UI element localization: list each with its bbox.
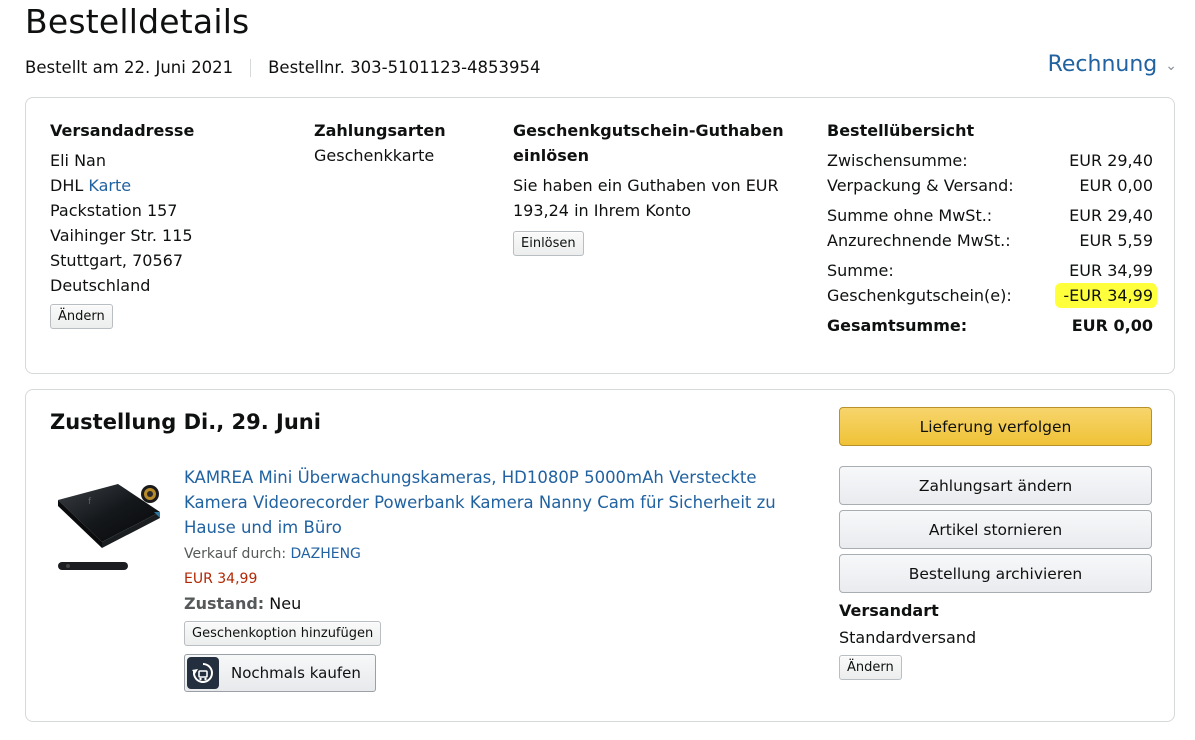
address-line1: Packstation 157 <box>50 201 178 220</box>
address-name: Eli Nan <box>50 151 106 170</box>
row-value: EUR 0,00 <box>1079 176 1153 195</box>
change-shipping-button[interactable]: Ändern <box>839 655 902 680</box>
order-overview: Bestellübersicht Zwischensumme: EUR 29,4… <box>827 118 1157 338</box>
total-label: Gesamtsumme: <box>827 316 968 335</box>
order-meta: Bestellt am 22. Juni 2021 Bestellnr. 303… <box>25 58 541 77</box>
shipping-address: Versandadresse Eli Nan DHL Karte Packsta… <box>50 118 194 329</box>
address-carrier: DHL Karte <box>50 173 194 198</box>
row-value: EUR 5,59 <box>1079 231 1153 250</box>
page-title: Bestelldetails <box>25 2 250 41</box>
add-gift-option-button[interactable]: Geschenkoption hinzufügen <box>184 621 382 646</box>
condition-label: Zustand: <box>184 594 265 613</box>
overview-row: Summe ohne MwSt.: EUR 29,40 <box>827 203 1153 228</box>
track-package-button[interactable]: Lieferung verfolgen <box>839 407 1152 446</box>
change-address-button[interactable]: Ändern <box>50 304 113 329</box>
overview-heading: Bestellübersicht <box>827 121 975 140</box>
gift-card-heading: Geschenkgutschein-Guthaben einlösen <box>513 121 784 165</box>
payment-methods: Zahlungsarten Geschenkkarte <box>314 118 446 168</box>
change-payment-button[interactable]: Zahlungsart ändern <box>839 466 1152 505</box>
chevron-down-icon: ⌄ <box>1165 57 1177 74</box>
seller-line: Verkauf durch: DAZHENG <box>184 542 824 566</box>
row-label: Summe ohne MwSt.: <box>827 206 993 225</box>
row-label: Verpackung & Versand: <box>827 176 1014 195</box>
order-number: Bestellnr. 303-5101123-4853954 <box>268 58 541 77</box>
buy-again-button[interactable]: Nochmals kaufen <box>184 654 376 692</box>
shipment-box: Zustellung Di., 29. Juni f KAMREA Mini Ü… <box>25 389 1175 722</box>
shipping-type-value: Standardversand <box>839 628 977 647</box>
payment-method: Geschenkkarte <box>314 146 435 165</box>
redeem-button[interactable]: Einlösen <box>513 231 584 256</box>
shipping-address-heading: Versandadresse <box>50 121 195 140</box>
gift-card-deduction-highlight: -EUR 34,99 <box>1055 283 1157 308</box>
address-line3: Stuttgart, 70567 <box>50 251 183 270</box>
seller-prefix: Verkauf durch: <box>184 546 287 562</box>
invoice-dropdown[interactable]: Rechnung ⌄ <box>1048 52 1177 77</box>
overview-row: Zwischensumme: EUR 29,40 <box>827 148 1153 173</box>
row-value: EUR 29,40 <box>1069 151 1153 170</box>
gift-card-redeem: Geschenkgutschein-Guthaben einlösen Sie … <box>513 118 813 256</box>
product-image[interactable]: f <box>54 482 166 578</box>
product-title-link[interactable]: KAMREA Mini Überwachungskameras, HD1080P… <box>184 465 824 540</box>
overview-total-row: Gesamtsumme: EUR 0,00 <box>827 313 1153 338</box>
row-value: EUR 34,99 <box>1069 261 1153 280</box>
total-value: EUR 0,00 <box>1071 316 1153 335</box>
row-label: Anzurechnende MwSt.: <box>827 231 1011 250</box>
delivery-title: Zustellung Di., 29. Juni <box>50 410 321 434</box>
row-label: Zwischensumme: <box>827 151 968 170</box>
gift-card-balance-text: Sie haben ein Guthaben von EUR 193,24 in… <box>513 176 779 220</box>
buy-again-label: Nochmals kaufen <box>231 664 361 682</box>
order-summary-box: Versandadresse Eli Nan DHL Karte Packsta… <box>25 97 1175 374</box>
row-value: EUR 29,40 <box>1069 206 1153 225</box>
meta-divider <box>250 58 252 77</box>
cancel-items-button[interactable]: Artikel stornieren <box>839 510 1152 549</box>
order-date: Bestellt am 22. Juni 2021 <box>25 58 234 77</box>
overview-row: Verpackung & Versand: EUR 0,00 <box>827 173 1153 198</box>
item-condition: Zustand: Neu <box>184 592 824 616</box>
row-label: Summe: <box>827 261 894 280</box>
overview-row: Geschenkgutschein(e): -EUR 34,99 <box>827 283 1157 308</box>
archive-order-button[interactable]: Bestellung archivieren <box>839 554 1152 593</box>
address-country: Deutschland <box>50 276 151 295</box>
carrier-prefix: DHL <box>50 176 84 195</box>
seller-link[interactable]: DAZHENG <box>291 546 361 562</box>
payment-heading: Zahlungsarten <box>314 121 446 140</box>
map-link[interactable]: Karte <box>88 176 131 195</box>
shipping-type-heading: Versandart <box>839 601 939 620</box>
product-info: KAMREA Mini Überwachungskameras, HD1080P… <box>184 465 824 692</box>
item-price: EUR 34,99 <box>184 571 258 587</box>
shipment-actions: Lieferung verfolgen Zahlungsart ändern A… <box>839 407 1152 680</box>
condition-value: Neu <box>269 594 302 613</box>
invoice-label: Rechnung <box>1047 52 1158 77</box>
address-line2: Vaihinger Str. 115 <box>50 226 193 245</box>
refresh-cart-icon <box>187 657 219 689</box>
row-label: Geschenkgutschein(e): <box>827 286 1012 305</box>
overview-row: Anzurechnende MwSt.: EUR 5,59 <box>827 228 1153 253</box>
overview-row: Summe: EUR 34,99 <box>827 258 1153 283</box>
